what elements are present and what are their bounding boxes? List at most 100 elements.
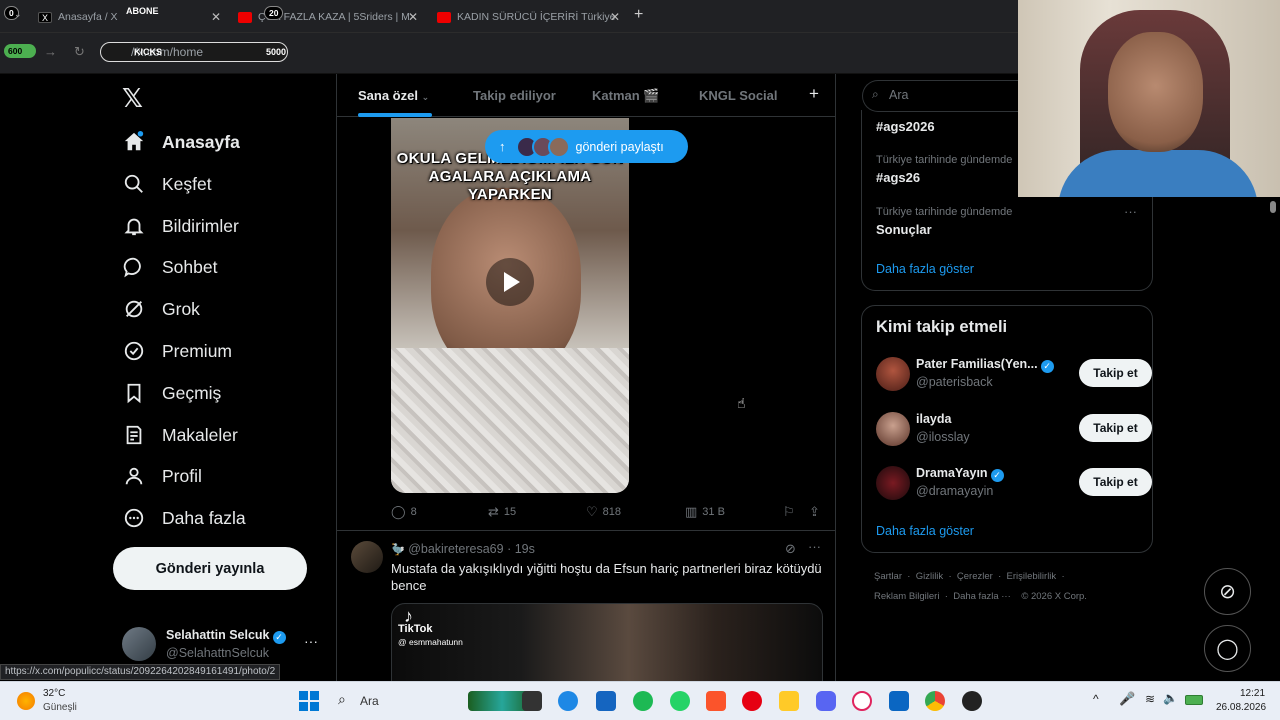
taskbar-search[interactable]: ⌕ Ara [330,689,460,713]
nav-item-profile[interactable]: Profil [122,461,202,491]
footer-link[interactable]: Gizlilik [916,571,943,582]
outlook-icon[interactable] [889,691,909,711]
nav-item-articles[interactable]: Makaleler [122,420,238,450]
tweet-video[interactable]: OKULA GELMEDİĞİM İLK GÜN AGALARA AÇIKLAM… [391,118,629,493]
nav-item-premium[interactable]: Premium [122,336,232,366]
account-handle: @SelahattnSelcuk [166,646,270,660]
spotify-icon[interactable] [633,691,653,711]
add-tab-button[interactable]: + [809,84,819,104]
show-more-link[interactable]: Daha fazla göster [876,524,974,538]
premium-icon [122,339,146,363]
edge-icon[interactable] [558,691,578,711]
tab-following[interactable]: Takip ediliyor [473,88,556,103]
tab-for-you[interactable]: Sana özel ⌄ [358,88,429,103]
clock-time[interactable]: 12:21 [1240,688,1265,699]
forward-icon[interactable]: → [44,44,57,59]
search-placeholder: Ara [889,88,909,102]
tab-video-2[interactable]: KADIN SÜRÜCÜ İÇERİRİ Türkiye ✕ [437,4,622,30]
brave-icon[interactable] [706,691,726,711]
nav-item-explore[interactable]: Keşfet [122,169,212,199]
new-posts-toast[interactable]: ↑ gönderi paylaştı [485,130,688,163]
close-tab-icon[interactable]: ✕ [408,10,418,24]
chevron-down-icon: ⌄ [421,92,430,102]
footer-links-row-1: Şartlar · Gizlilik · Çerezler · Erişileb… [874,571,1065,582]
avatar[interactable] [351,541,383,573]
reload-icon[interactable]: ↻ [74,44,85,60]
tweet-time[interactable]: · 19s [507,542,535,556]
account-switcher[interactable]: Selahattin Selcuk ✓ @SelahattnSelcuk ··· [122,625,322,665]
chat-icon[interactable]: ◯ [1204,625,1251,672]
show-more-link[interactable]: Daha fazla göster [876,262,974,276]
whatsapp-icon[interactable] [670,691,690,711]
folder-icon[interactable] [779,691,799,711]
weather-temp[interactable]: 32°C [43,688,65,699]
like-button[interactable]: ♡ 818 [586,504,621,520]
url-field[interactable]: //x.com/home [100,42,288,62]
follow-button[interactable]: Takip et [1079,414,1152,442]
scrollbar-thumb[interactable] [1270,201,1276,213]
app-icon[interactable] [962,691,982,711]
nav-item-messages[interactable]: Sohbet [122,252,217,282]
task-view-icon[interactable] [522,691,542,711]
tweet[interactable]: 🦤 @bakireteresa69 · 19s ⊘ ··· Mustafa da… [337,531,835,684]
footer-link[interactable]: Çerezler [957,571,993,582]
footer-link[interactable]: Şartlar [874,571,902,582]
battery-icon[interactable] [1185,695,1203,705]
footer-link[interactable]: Erişilebilirlik [1007,571,1057,582]
share-button[interactable]: ⇪ [809,504,825,520]
follow-suggestion[interactable]: ilayda @ilosslay Takip et [876,410,1152,450]
views-button[interactable]: ▥ 31 B [685,504,725,520]
follow-suggestion[interactable]: Pater Familias(Yen... ✓ @paterisback Taki… [876,355,1152,395]
follow-button[interactable]: Takip et [1079,468,1152,496]
avatar [547,135,570,158]
retweet-button[interactable]: ⇄ 15 [488,504,516,520]
more-options-icon[interactable]: ··· [1124,204,1137,219]
close-tab-icon[interactable]: ✕ [610,10,620,24]
speaker-icon[interactable]: 🔈 [1163,691,1178,705]
app-icon[interactable] [852,691,872,711]
grok-icon[interactable]: ⊘ [1204,568,1251,615]
nav-item-bookmarks[interactable]: Geçmiş [122,378,221,408]
tiktok-icon: ♪ [404,606,413,626]
nav-item-notifications[interactable]: Bildirimler [122,211,239,241]
x-logo-icon[interactable]: 𝕏 [122,83,143,114]
post-button[interactable]: Gönderi yayınla [113,547,307,590]
weather-desc[interactable]: Güneşli [43,702,77,713]
wifi-icon[interactable]: ≋ [1145,692,1155,706]
app-icon[interactable] [596,691,616,711]
discord-icon[interactable] [816,691,836,711]
more-options-icon[interactable]: ··· [808,539,821,554]
tweet-handle[interactable]: @bakireteresa69 [408,542,503,556]
bookmark-button[interactable]: ⚐ [783,504,800,520]
follow-button[interactable]: Takip et [1079,359,1152,387]
microphone-icon[interactable]: 🎤 [1119,691,1135,707]
opera-icon[interactable] [742,691,762,711]
close-tab-icon[interactable]: ✕ [211,10,221,24]
new-tab-button[interactable]: + [634,6,643,24]
reply-button[interactable]: ◯ 8 [391,504,417,520]
scrollbar[interactable] [1268,197,1278,681]
tab-list-chevron-icon[interactable]: ⌄ [14,9,22,20]
bell-icon [122,214,146,238]
tab-katman[interactable]: Katman 🎬 [592,88,659,104]
webcam-person-head [1108,32,1203,152]
more-options-icon[interactable]: ··· [304,633,318,649]
tweet-media[interactable]: ♪ TikTok @ esmmahatunn [391,603,823,684]
retweet-icon: ⇄ [488,504,499,519]
footer-link[interactable]: Reklam Bilgileri [874,591,939,602]
search-icon: ⌕ [872,87,879,101]
nav-item-home[interactable]: Anasayfa [122,127,240,157]
follow-suggestion[interactable]: DramaYayın ✓ @dramayayin Takip et [876,464,1152,504]
search-input[interactable]: ⌕ Ara [862,80,1022,112]
tab-kngl-social[interactable]: KNGL Social [699,88,778,103]
grok-icon[interactable]: ⊘ [785,541,796,557]
play-icon[interactable] [486,258,534,306]
footer-link[interactable]: Daha fazla ··· [953,591,1011,602]
windows-start-icon[interactable] [299,691,319,711]
view-count: 31 B [702,506,725,518]
chrome-icon[interactable] [925,691,945,711]
nav-item-grok[interactable]: Grok [122,294,200,324]
chevron-up-icon[interactable]: ^ [1093,692,1099,706]
clock-date[interactable]: 26.08.2026 [1216,702,1266,713]
nav-item-more[interactable]: Daha fazla [122,503,246,533]
